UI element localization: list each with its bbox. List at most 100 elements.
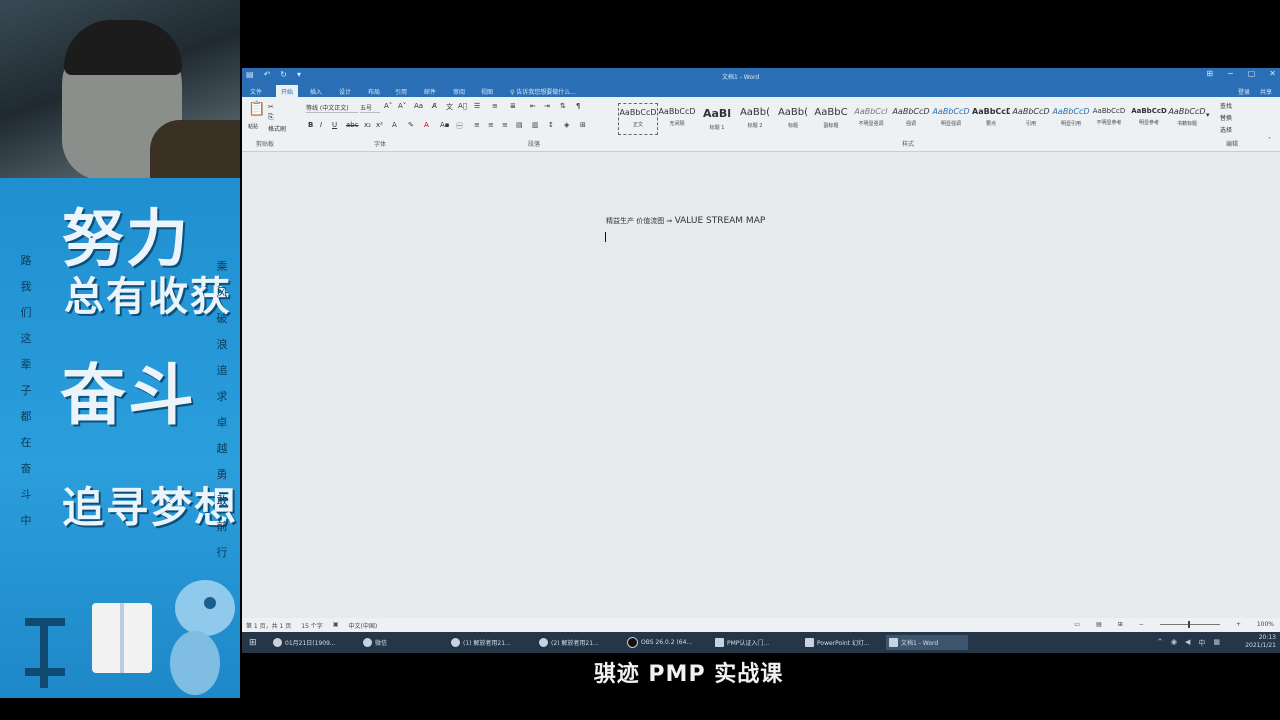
tell-me-box[interactable]: ♀ 告诉我您想要做什么... — [510, 87, 576, 96]
style-heading2[interactable]: AaBb(标题 2 — [736, 107, 774, 129]
sign-in-link[interactable]: 登录 — [1238, 87, 1250, 96]
style-no-spacing[interactable]: AaBbCcD 无间隔 — [658, 107, 696, 127]
read-mode-icon[interactable]: ▭ — [1074, 621, 1080, 628]
undo-icon[interactable]: ↶ — [264, 70, 271, 79]
taskbar-item-word[interactable]: 文档1 - Word — [886, 635, 968, 650]
style-normal[interactable]: AaBbCcD 正文 — [618, 103, 658, 135]
char-shading-icon[interactable]: A▪ — [440, 121, 450, 129]
select-button[interactable]: 选择 — [1220, 125, 1232, 134]
cut-icon[interactable]: ✂ — [268, 103, 274, 111]
collapse-ribbon-icon[interactable]: ˄ — [1268, 137, 1271, 144]
borders-icon[interactable]: ⊞ — [580, 121, 586, 129]
keyboard-icon[interactable]: ▦ — [1213, 638, 1220, 648]
style-strong[interactable]: AaBbCcD 要点 — [972, 107, 1010, 127]
font-color-icon[interactable]: A — [424, 121, 429, 129]
subscript-icon[interactable]: x₂ — [364, 121, 371, 129]
align-center-icon[interactable]: ≡ — [488, 121, 494, 129]
customize-qa-icon[interactable]: ▾ — [297, 70, 301, 79]
style-subtle-reference[interactable]: AaBbCcD 不明显参考 — [1090, 107, 1128, 126]
style-heading1[interactable]: AaBl 标题 1 — [698, 107, 736, 131]
tab-references[interactable]: 引用 — [395, 87, 407, 96]
tab-review[interactable]: 审阅 — [453, 87, 465, 96]
font-name-select[interactable]: 等线 (中文正文) — [306, 103, 358, 113]
numbering-icon[interactable]: ≡ — [492, 102, 498, 110]
decrease-indent-icon[interactable]: ⇤ — [530, 102, 536, 110]
taskbar-item[interactable]: PowerPoint 幻灯... — [802, 635, 882, 650]
word-count[interactable]: 15 个字 — [301, 621, 323, 630]
tray-up-icon[interactable]: ^ — [1157, 638, 1163, 648]
tab-view[interactable]: 视图 — [481, 87, 493, 96]
justify-icon[interactable]: ▤ — [516, 121, 523, 129]
document-text-line[interactable]: 精益生产 价值流图 ⇒ VALUE STREAM MAP — [606, 216, 765, 226]
taskbar-item[interactable]: (1) 解放者用21... — [448, 635, 532, 650]
style-emphasis[interactable]: AaBbCcD 强调 — [892, 107, 930, 127]
line-spacing-icon[interactable]: ↕ — [548, 121, 554, 129]
sort-icon[interactable]: ⇅ — [560, 102, 566, 110]
volume-icon[interactable]: ◀ — [1185, 638, 1190, 648]
underline-icon[interactable]: U — [332, 121, 337, 129]
zoom-level[interactable]: 100% — [1257, 621, 1274, 628]
minimize-icon[interactable]: − — [1227, 69, 1234, 78]
language-indicator[interactable]: 中文(中国) — [348, 621, 377, 630]
clock[interactable]: 20:13 2021/1/21 — [1245, 634, 1276, 650]
taskbar-item[interactable]: 微信 — [360, 635, 444, 650]
copy-icon[interactable]: ⎘ — [268, 113, 274, 122]
document-canvas[interactable]: 精益生产 价值流图 ⇒ VALUE STREAM MAP — [242, 152, 1280, 618]
paste-icon[interactable]: 📋 — [248, 101, 265, 117]
tab-insert[interactable]: 插入 — [310, 87, 322, 96]
style-quote[interactable]: AaBbCcD 引用 — [1012, 107, 1050, 127]
distribute-icon[interactable]: ▥ — [532, 121, 539, 129]
format-painter-button[interactable]: 格式刷 — [268, 124, 286, 133]
ribbon-display-icon[interactable]: ⊞ — [1206, 69, 1213, 78]
strikethrough-icon[interactable]: abc — [346, 121, 359, 129]
change-case-icon[interactable]: Aa — [414, 102, 423, 110]
align-right-icon[interactable]: ≡ — [502, 121, 508, 129]
proofing-icon[interactable]: ▣ — [333, 621, 339, 630]
style-intense-emphasis[interactable]: AaBbCcD 明显强调 — [932, 107, 970, 127]
style-intense-reference[interactable]: AaBbCcD 明显参考 — [1130, 107, 1168, 126]
text-effects-icon[interactable]: A — [392, 121, 397, 129]
taskbar-item[interactable]: OBS 26.0.2 (64... — [624, 635, 708, 650]
start-button[interactable]: ⊞ — [246, 635, 268, 650]
network-icon[interactable]: ◉ — [1171, 638, 1177, 648]
print-layout-icon[interactable]: ▤ — [1096, 621, 1102, 628]
find-button[interactable]: 查找 — [1220, 101, 1232, 110]
shrink-font-icon[interactable]: A˅ — [398, 102, 406, 110]
save-icon[interactable]: ▤ — [246, 70, 254, 79]
share-button[interactable]: 共享 — [1260, 87, 1272, 96]
taskbar-item[interactable]: 01月21日(1909... — [270, 635, 356, 650]
replace-button[interactable]: 替换 — [1220, 113, 1232, 122]
shading-icon[interactable]: ◈ — [564, 121, 569, 129]
zoom-in-icon[interactable]: + — [1236, 621, 1241, 628]
bullets-icon[interactable]: ☰ — [474, 102, 480, 110]
tab-layout[interactable]: 布局 — [368, 87, 380, 96]
font-size-select[interactable]: 五号 — [360, 103, 380, 113]
style-intense-quote[interactable]: AaBbCcD 明显引用 — [1052, 107, 1090, 127]
paste-label[interactable]: 粘贴 — [248, 123, 258, 130]
taskbar-item[interactable]: (2) 解放者用21... — [536, 635, 620, 650]
styles-more-icon[interactable]: ▾ — [1206, 111, 1210, 119]
style-book-title[interactable]: AaBbCcD 书籍标题 — [1168, 107, 1206, 127]
superscript-icon[interactable]: x² — [376, 121, 383, 129]
maximize-icon[interactable]: ▢ — [1248, 69, 1256, 78]
grow-font-icon[interactable]: A˄ — [384, 102, 392, 110]
web-layout-icon[interactable]: ⊞ — [1118, 621, 1123, 628]
redo-icon[interactable]: ↻ — [280, 70, 287, 79]
highlight-icon[interactable]: ✎ — [408, 121, 414, 129]
taskbar-item[interactable]: PMP认证入门... — [712, 635, 798, 650]
char-border-icon[interactable]: A⃞ — [458, 102, 467, 110]
phonetic-icon[interactable]: 文 — [446, 102, 453, 112]
style-subtitle[interactable]: AaBbC 副标题 — [812, 107, 850, 129]
tab-file[interactable]: 文件 — [250, 87, 262, 96]
align-left-icon[interactable]: ≡ — [474, 121, 480, 129]
zoom-out-icon[interactable]: − — [1139, 621, 1144, 628]
tab-mailings[interactable]: 邮件 — [424, 87, 436, 96]
tab-design[interactable]: 设计 — [339, 87, 351, 96]
clear-format-icon[interactable]: A̸ — [432, 102, 437, 110]
bold-icon[interactable]: B — [308, 121, 313, 129]
zoom-slider[interactable] — [1159, 621, 1220, 628]
italic-icon[interactable]: I — [320, 121, 322, 129]
ime-icon[interactable]: 中 — [1198, 638, 1205, 648]
style-title[interactable]: AaBb(标题 — [774, 107, 812, 129]
close-icon[interactable]: ✕ — [1269, 69, 1276, 78]
